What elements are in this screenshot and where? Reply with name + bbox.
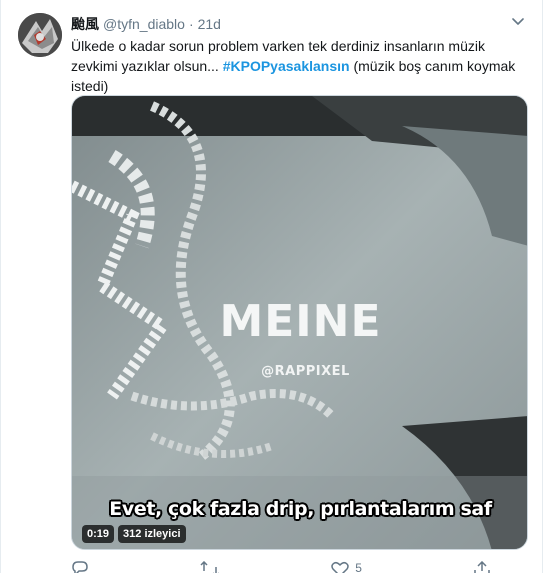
chevron-down-icon[interactable] — [510, 14, 526, 30]
tweet-header: 颱風 @tyfn_diablo · 21d — [71, 14, 221, 34]
video-overlay-credit: @RAPPIXEL — [261, 364, 350, 379]
tweet-text: Ülkede o kadar sorun problem varken tek … — [71, 36, 521, 96]
retweet-icon — [200, 561, 220, 573]
separator-dot: · — [188, 16, 194, 32]
video-duration: 0:19 — [82, 525, 115, 543]
like-count: 5 — [355, 561, 362, 573]
reply-button[interactable] — [71, 561, 89, 573]
tweet-actions: 5 — [71, 561, 491, 573]
video-subtitle: Evet, çok fazla drip, pırlantalarım saf — [109, 498, 492, 520]
user-handle[interactable]: @tyfn_diablo — [103, 16, 185, 32]
retweet-button[interactable] — [200, 561, 220, 573]
video-views: 312 izleyici — [118, 525, 186, 543]
hashtag-link[interactable]: #KPOPyasaklansın — [223, 58, 350, 74]
share-button[interactable] — [473, 561, 491, 573]
share-icon — [474, 561, 490, 573]
tweet-card[interactable]: 颱風 @tyfn_diablo · 21d Ülkede o kadar sor… — [0, 0, 543, 573]
like-button[interactable]: 5 — [331, 561, 362, 573]
timestamp[interactable]: 21d — [198, 16, 221, 32]
display-name[interactable]: 颱風 — [71, 14, 99, 34]
reply-icon — [72, 561, 88, 573]
avatar[interactable] — [18, 13, 62, 57]
heart-icon — [331, 561, 349, 573]
video-badges: 0:19 312 izleyici — [82, 525, 186, 543]
video-player[interactable]: MEINE @RAPPIXEL Evet, çok fazla drip, pı… — [71, 95, 528, 550]
video-overlay-title: MEINE — [219, 296, 382, 347]
